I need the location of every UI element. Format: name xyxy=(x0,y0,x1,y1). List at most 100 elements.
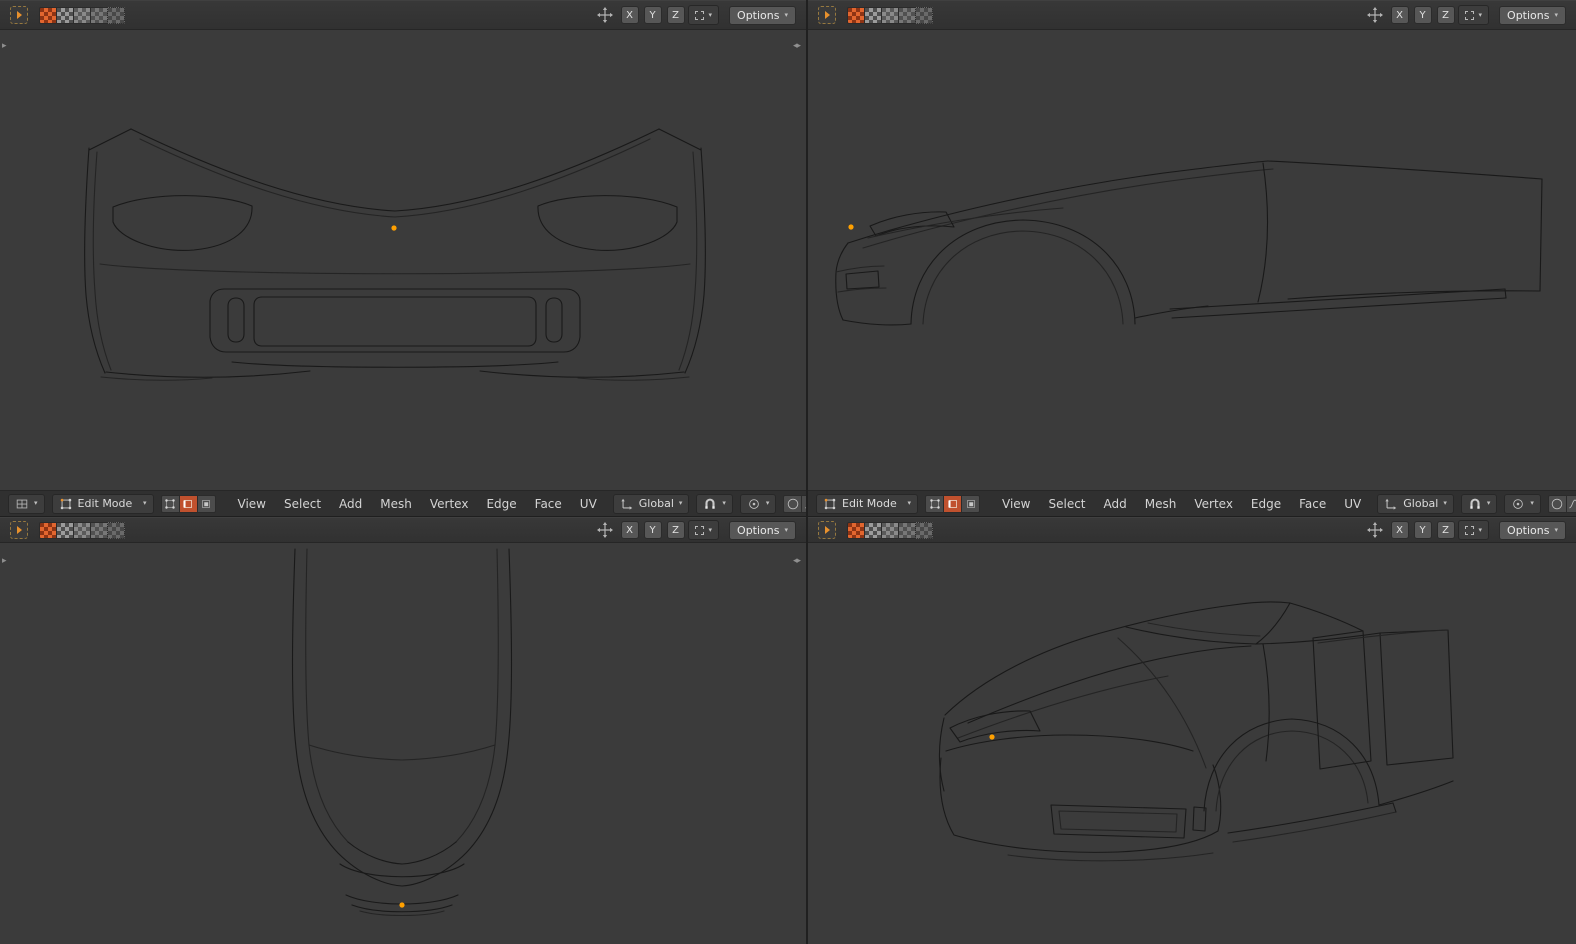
options-button[interactable]: Options ▾ xyxy=(729,520,796,540)
pivot-dropdown[interactable]: ▾ xyxy=(1457,520,1490,540)
display-mode-buttons xyxy=(39,521,125,539)
area-resize-widget[interactable]: ▸ xyxy=(2,41,6,51)
axis-x-button[interactable]: X xyxy=(620,521,639,539)
snap-target-dropdown[interactable]: ▾ xyxy=(1504,493,1541,514)
menu-mesh[interactable]: Mesh xyxy=(380,497,412,511)
menu-add[interactable]: Add xyxy=(339,497,362,511)
options-button[interactable]: Options ▾ xyxy=(729,5,796,25)
manipulator-icon[interactable] xyxy=(1367,7,1383,23)
display-textured-icon[interactable] xyxy=(39,6,57,24)
edge-select-icon[interactable] xyxy=(943,494,962,513)
orientation-dropdown[interactable]: Global ▾ xyxy=(1377,493,1454,514)
display-bounds-icon[interactable] xyxy=(107,6,125,24)
axis-z-button[interactable]: Z xyxy=(1436,521,1455,539)
display-bounds-icon[interactable] xyxy=(915,6,933,24)
edge-select-icon[interactable] xyxy=(178,494,198,513)
proportional-editing-icon[interactable] xyxy=(783,494,803,513)
area-resize-widget[interactable]: ◂▸ xyxy=(793,41,801,51)
area-resize-widget[interactable]: ▸ xyxy=(2,556,6,566)
viewport-perspective[interactable] xyxy=(808,543,1576,944)
vertex-select-icon[interactable] xyxy=(925,494,944,513)
proportional-editing-icon[interactable] xyxy=(1547,494,1567,513)
menu-edge[interactable]: Edge xyxy=(486,497,516,511)
menu-face[interactable]: Face xyxy=(1299,497,1326,511)
display-bounds-icon[interactable] xyxy=(107,521,125,539)
axis-x-button[interactable]: X xyxy=(1390,6,1409,24)
pivot-dropdown[interactable]: ▾ xyxy=(687,520,720,540)
display-wire-icon[interactable] xyxy=(898,521,916,539)
menu-face[interactable]: Face xyxy=(535,497,562,511)
display-material-icon[interactable] xyxy=(881,6,899,24)
options-button[interactable]: Options ▾ xyxy=(1499,520,1566,540)
display-material-icon[interactable] xyxy=(881,521,899,539)
axis-y-button[interactable]: Y xyxy=(1413,6,1432,24)
menu-view[interactable]: View xyxy=(1002,497,1030,511)
display-material-icon[interactable] xyxy=(73,6,91,24)
display-material-icon[interactable] xyxy=(73,521,91,539)
display-textured-icon[interactable] xyxy=(39,521,57,539)
snap-target-dropdown[interactable]: ▾ xyxy=(739,493,777,514)
display-textured-icon[interactable] xyxy=(847,6,865,24)
viewport-header-top-right: X Y Z ▾ Options ▾ xyxy=(808,0,1576,30)
viewport-top[interactable] xyxy=(0,543,806,944)
face-select-icon[interactable] xyxy=(196,494,216,513)
object-origin xyxy=(848,224,854,230)
pivot-dropdown[interactable]: ▾ xyxy=(687,5,720,25)
menu-vertex[interactable]: Vertex xyxy=(430,497,469,511)
dashed-square-icon xyxy=(694,10,704,20)
viewport-front[interactable] xyxy=(0,30,806,490)
menu-view[interactable]: View xyxy=(238,497,266,511)
axis-x-button[interactable]: X xyxy=(620,6,639,24)
menu-mesh[interactable]: Mesh xyxy=(1145,497,1177,511)
display-solid-icon[interactable] xyxy=(864,521,882,539)
menu-select[interactable]: Select xyxy=(284,497,321,511)
toolbar-toggle-icon[interactable] xyxy=(818,6,836,24)
proportional-falloff-icon[interactable] xyxy=(1565,494,1576,513)
options-label: Options xyxy=(737,8,780,22)
axis-z-button[interactable]: Z xyxy=(666,6,685,24)
menu-uv[interactable]: UV xyxy=(1344,497,1361,511)
toolbar-toggle-icon[interactable] xyxy=(10,521,28,539)
options-button[interactable]: Options ▾ xyxy=(1499,5,1566,25)
toolbar-toggle-icon[interactable] xyxy=(818,521,836,539)
axis-z-button[interactable]: Z xyxy=(666,521,685,539)
menu-uv[interactable]: UV xyxy=(580,497,597,511)
display-wire-icon[interactable] xyxy=(90,521,108,539)
orientation-axis-icon xyxy=(620,497,634,511)
display-solid-icon[interactable] xyxy=(56,6,74,24)
manipulator-icon[interactable] xyxy=(597,522,613,538)
menu-select[interactable]: Select xyxy=(1048,497,1085,511)
area-resize-widget[interactable]: ◂▸ xyxy=(793,556,801,566)
orientation-label: Global xyxy=(638,497,674,510)
display-solid-icon[interactable] xyxy=(56,521,74,539)
viewport-side[interactable] xyxy=(808,30,1576,490)
menu-vertex[interactable]: Vertex xyxy=(1194,497,1233,511)
object-origin xyxy=(391,225,397,231)
display-bounds-icon[interactable] xyxy=(915,521,933,539)
menu-add[interactable]: Add xyxy=(1104,497,1127,511)
axis-y-button[interactable]: Y xyxy=(1413,521,1432,539)
axis-z-button[interactable]: Z xyxy=(1436,6,1455,24)
pivot-dropdown[interactable]: ▾ xyxy=(1457,5,1490,25)
editor-type-dropdown[interactable]: ▾ xyxy=(8,493,45,514)
area-divider[interactable] xyxy=(806,0,808,944)
display-wire-icon[interactable] xyxy=(898,6,916,24)
snap-dropdown[interactable]: ▾ xyxy=(696,493,733,514)
display-wire-icon[interactable] xyxy=(90,6,108,24)
vertex-select-icon[interactable] xyxy=(160,494,180,513)
snap-dropdown[interactable]: ▾ xyxy=(1460,493,1498,514)
manipulator-icon[interactable] xyxy=(1367,522,1383,538)
axis-y-button[interactable]: Y xyxy=(643,521,662,539)
toolbar-toggle-icon[interactable] xyxy=(10,6,28,24)
display-textured-icon[interactable] xyxy=(847,521,865,539)
display-solid-icon[interactable] xyxy=(864,6,882,24)
face-select-icon[interactable] xyxy=(961,494,980,513)
mode-dropdown[interactable]: Edit Mode ▾ xyxy=(51,493,154,514)
menu-edge[interactable]: Edge xyxy=(1251,497,1281,511)
orientation-dropdown[interactable]: Global ▾ xyxy=(612,493,690,514)
axis-y-button[interactable]: Y xyxy=(643,6,662,24)
mode-dropdown[interactable]: Edit Mode ▾ xyxy=(816,493,918,514)
menubar-left: ▾ Edit Mode ▾ View Select Add Mesh Verte… xyxy=(0,490,821,517)
manipulator-icon[interactable] xyxy=(597,7,613,23)
axis-x-button[interactable]: X xyxy=(1390,521,1409,539)
